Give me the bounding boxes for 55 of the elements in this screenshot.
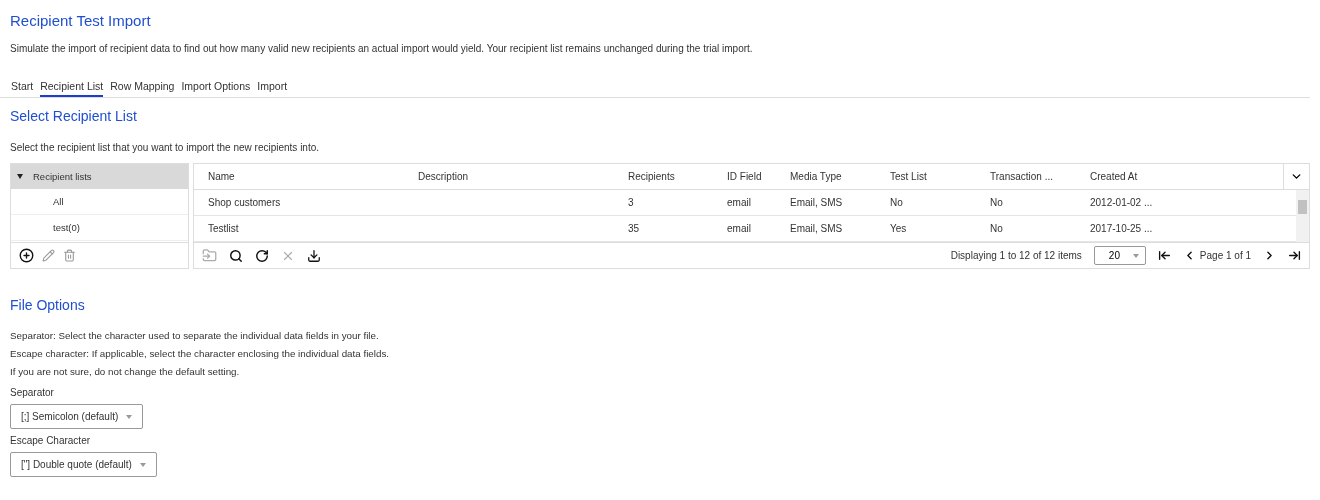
help-text: Escape character: If applicable, select the character enclosing the individual data fields. [10,347,391,361]
table-cell-text: 3 [628,197,635,208]
table-cell-text: No [990,223,1004,234]
column-header[interactable]: Description [418,171,628,182]
field-label: Escape Character [10,435,92,446]
section-title: Select Recipient List [10,108,138,124]
dropdown-select[interactable]: ["] Double quote (default) [10,452,157,477]
table-cell-text: Shop customers [208,197,282,208]
help-text: Separator: Select the character used to separate the individual data fields in your file. [10,329,380,343]
help-text: If you are not sure, do not change the default setting. [10,365,241,379]
table-cell-text: email [727,197,752,208]
step-tab[interactable]: Start [11,80,34,97]
table-cell-text: Yes [890,223,908,234]
column-header[interactable]: Created At [1090,171,1176,182]
table-cell-text: No [990,197,1004,208]
scrollbar[interactable] [1296,190,1309,242]
dropdown-select[interactable]: [;] Semicolon (default) [10,404,144,429]
delete-icon[interactable] [63,249,76,262]
column-header[interactable]: Media Type [790,171,890,182]
tree-root[interactable]: Recipient lists [11,164,188,189]
pager-summary: Displaying 1 to 12 of 12 items [950,250,1082,261]
section-title: File Options [10,297,86,313]
table-cell-text: 2012-01-02 ... [1090,197,1154,208]
page-title: Recipient Test Import [10,12,152,29]
column-header[interactable]: Name [208,171,418,182]
step-tab[interactable]: Import [257,80,288,97]
edit-icon[interactable] [42,249,55,262]
table-cell-text: Email, SMS [790,197,844,208]
table-cell-text: 2017-10-25 ... [1090,223,1154,234]
table-cell-text: Email, SMS [790,223,844,234]
search-icon[interactable] [229,248,243,263]
table-cell-text: email [727,223,752,234]
column-header[interactable]: Test List [890,171,990,182]
field-label: Separator [10,387,55,398]
table-cell-text: Testlist [208,223,240,234]
table-cell-text: No [890,197,904,208]
tree-item[interactable]: test(0) [11,215,188,241]
section-description: Select the recipient list that you want to import the new recipients into. [10,142,321,153]
step-tab[interactable]: Recipient List [40,80,104,97]
step-tab[interactable]: Import Options [181,80,251,97]
page-size-select[interactable]: 20 [1093,246,1146,265]
add-icon[interactable] [19,248,34,263]
column-header[interactable]: Transaction ... [990,171,1090,182]
first-page-icon[interactable] [1157,249,1171,262]
page-indicator: Page 1 of 1 [1199,250,1251,261]
tree-item[interactable]: All [11,189,188,215]
page-description: Simulate the import of recipient data to find out how many valid new recipients an actual import would yield. Your recipient list remains unchanged during the trial import. [10,43,754,54]
caret-icon[interactable] [17,174,23,179]
step-tab[interactable]: Row Mapping [110,80,175,97]
download-icon[interactable] [307,248,321,263]
column-header[interactable]: ID Field [727,171,790,182]
refresh-icon[interactable] [255,248,269,263]
column-header[interactable]: Recipients [628,171,727,182]
table-cell-text: 35 [628,223,641,234]
last-page-icon[interactable] [1288,249,1301,262]
